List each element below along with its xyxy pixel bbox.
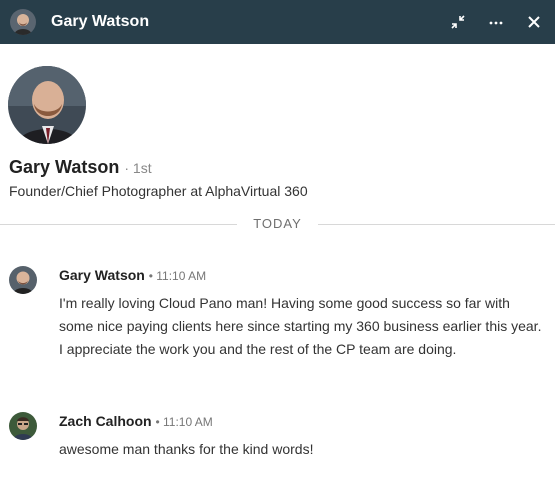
divider-line-right — [318, 224, 555, 225]
message-timestamp: • 11:10 AM — [155, 415, 213, 429]
more-options-button[interactable] — [487, 13, 505, 31]
compress-icon — [451, 15, 465, 29]
header-actions — [449, 0, 543, 44]
connection-degree: · 1st — [124, 160, 152, 176]
date-divider: TODAY — [0, 214, 555, 234]
divider-label: TODAY — [253, 216, 302, 231]
sender-avatar[interactable] — [9, 266, 37, 294]
more-icon — [489, 21, 503, 25]
profile-name[interactable]: Gary Watson · 1st — [9, 157, 152, 178]
close-icon — [528, 16, 540, 28]
sender-name[interactable]: Gary Watson — [59, 267, 145, 283]
sender-avatar[interactable] — [9, 412, 37, 440]
sender-name[interactable]: Zach Calhoon — [59, 413, 152, 429]
close-button[interactable] — [525, 13, 543, 31]
header-avatar[interactable] — [10, 9, 36, 35]
header-title[interactable]: Gary Watson — [51, 13, 149, 31]
profile-name-text[interactable]: Gary Watson — [9, 157, 119, 177]
message-text: I'm really loving Cloud Pano man! Having… — [59, 295, 542, 357]
conversation-header: Gary Watson — [0, 0, 555, 44]
compress-button[interactable] — [449, 13, 467, 31]
divider-line-left — [0, 224, 237, 225]
message-sender: Zach Calhoon • 11:10 AM — [59, 413, 213, 429]
message-text: awesome man thanks for the kind words! — [59, 441, 314, 457]
message-sender: Gary Watson • 11:10 AM — [59, 267, 206, 283]
profile-headline: Founder/Chief Photographer at AlphaVirtu… — [9, 183, 308, 199]
message-timestamp: • 11:10 AM — [148, 269, 207, 283]
profile-avatar[interactable] — [8, 66, 86, 144]
